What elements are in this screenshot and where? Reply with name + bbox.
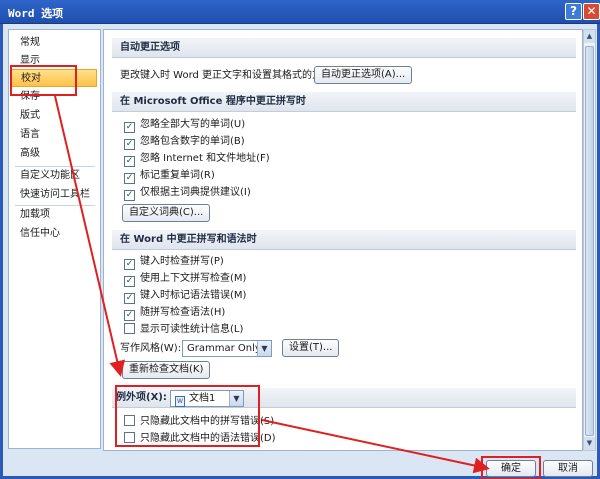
- option-check-grammar-with-spelling[interactable]: ✓ 随拼写检查语法(H): [124, 305, 225, 321]
- option-label: 忽略全部大写的单词(U): [140, 119, 246, 130]
- writing-style-value: Grammar Only: [187, 343, 261, 354]
- option-readability-statistics[interactable]: 显示可读性统计信息(L): [124, 322, 243, 338]
- option-main-dictionary-only[interactable]: ✓ 仅根据主词典提供建议(I): [124, 185, 251, 201]
- annotation-box-exceptions: [115, 385, 260, 447]
- nav-item-trust-center[interactable]: 信任中心: [9, 225, 100, 243]
- nav-item-layout[interactable]: 版式: [9, 107, 100, 125]
- option-label: 键入时标记语法错误(M): [140, 290, 247, 301]
- writing-style-label: 写作风格(W):: [120, 343, 182, 354]
- nav-item-quick-access-toolbar[interactable]: 快速访问工具栏: [9, 186, 100, 204]
- option-mark-grammar-errors[interactable]: ✓ 键入时标记语法错误(M): [124, 288, 246, 304]
- option-ignore-numbers[interactable]: ✓ 忽略包含数字的单词(B): [124, 134, 245, 150]
- option-label: 随拼写检查语法(H): [140, 307, 226, 318]
- option-label: 标记重复单词(R): [140, 170, 215, 181]
- scrollbar-thumb[interactable]: [585, 46, 594, 436]
- checkmark-icon[interactable]: ✓: [124, 122, 135, 133]
- section-header-autocorrect: 自动更正选项: [112, 38, 576, 58]
- option-contextual-spelling[interactable]: ✓ 使用上下文拼写检查(M): [124, 271, 246, 287]
- chevron-down-icon[interactable]: ▼: [257, 341, 271, 356]
- checkmark-icon[interactable]: ✓: [124, 190, 135, 201]
- option-check-spelling-as-you-type[interactable]: ✓ 键入时检查拼写(P): [124, 254, 224, 270]
- checkmark-icon[interactable]: ✓: [124, 276, 135, 287]
- option-label: 显示可读性统计信息(L): [140, 324, 244, 335]
- option-label: 忽略包含数字的单词(B): [140, 136, 245, 147]
- nav-item-advanced[interactable]: 高级: [9, 145, 100, 163]
- option-label: 键入时检查拼写(P): [140, 256, 224, 267]
- checkmark-icon[interactable]: ✓: [124, 310, 135, 321]
- option-label: 使用上下文拼写检查(M): [140, 273, 247, 284]
- checkmark-icon[interactable]: ✓: [124, 139, 135, 150]
- custom-dictionaries-button[interactable]: 自定义词典(C)...: [122, 204, 211, 222]
- content-scrollbar[interactable]: ▲ ▼: [583, 29, 596, 451]
- help-icon[interactable]: ?: [565, 3, 582, 20]
- option-label: 仅根据主词典提供建议(I): [140, 187, 251, 198]
- option-flag-repeated-words[interactable]: ✓ 标记重复单词(R): [124, 168, 215, 184]
- scroll-up-icon[interactable]: ▲: [584, 30, 595, 43]
- nav-item-general[interactable]: 常规: [9, 34, 100, 52]
- window-title: Word 选项: [8, 7, 64, 20]
- checkmark-icon[interactable]: ✓: [124, 156, 135, 167]
- option-ignore-internet-addresses[interactable]: ✓ 忽略 Internet 和文件地址(F): [124, 151, 270, 167]
- checkbox-unchecked[interactable]: [124, 323, 135, 334]
- nav-item-addins[interactable]: 加载项: [9, 206, 100, 224]
- checkmark-icon[interactable]: ✓: [124, 173, 135, 184]
- scroll-down-icon[interactable]: ▼: [584, 437, 595, 450]
- close-icon[interactable]: ✕: [583, 3, 600, 20]
- nav-item-customize-ribbon[interactable]: 自定义功能区: [9, 167, 100, 185]
- autocorrect-options-button[interactable]: 自动更正选项(A)...: [314, 66, 413, 84]
- option-label: 忽略 Internet 和文件地址(F): [140, 153, 270, 164]
- grammar-settings-button[interactable]: 设置(T)...: [282, 339, 340, 357]
- nav-item-language[interactable]: 语言: [9, 126, 100, 144]
- writing-style-select[interactable]: Grammar Only ▼: [182, 340, 272, 357]
- autocorrect-description: 更改键入时 Word 更正文字和设置其格式的方式:: [120, 70, 336, 81]
- title-bar: Word 选项 ? ✕: [0, 0, 600, 24]
- option-ignore-uppercase[interactable]: ✓ 忽略全部大写的单词(U): [124, 117, 245, 133]
- ok-button[interactable]: 确定: [486, 460, 536, 477]
- section-header-word-spelling: 在 Word 中更正拼写和语法时: [112, 230, 576, 250]
- checkmark-icon[interactable]: ✓: [124, 259, 135, 270]
- cancel-button[interactable]: 取消: [543, 460, 593, 477]
- section-header-office-spelling: 在 Microsoft Office 程序中更正拼写时: [112, 92, 576, 112]
- recheck-document-button[interactable]: 重新检查文档(K): [122, 361, 211, 379]
- annotation-box-proofing: [10, 65, 77, 96]
- checkmark-icon[interactable]: ✓: [124, 293, 135, 304]
